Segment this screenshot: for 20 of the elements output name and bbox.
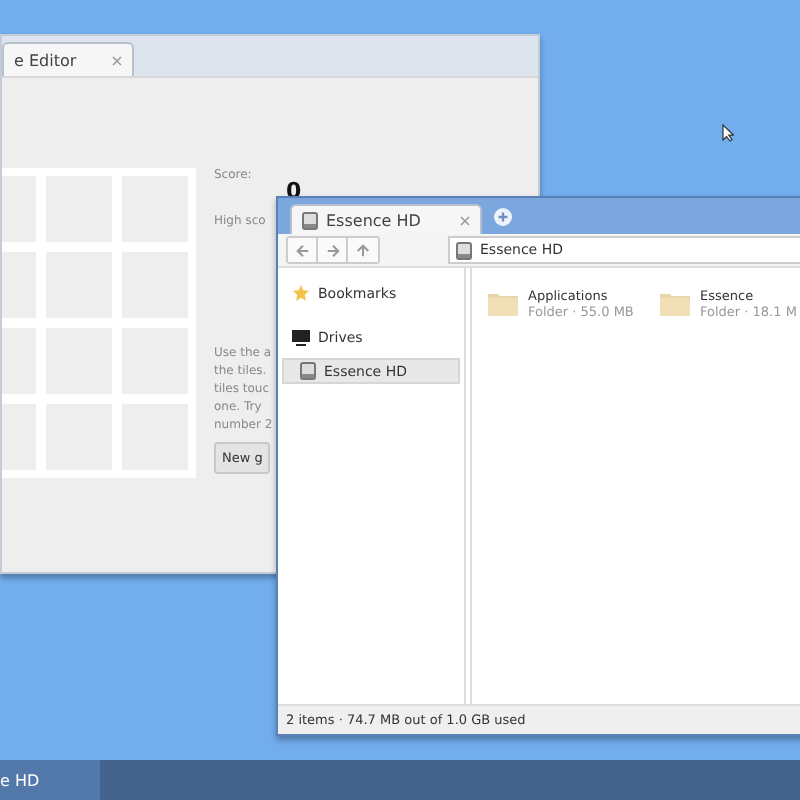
back-button[interactable] xyxy=(288,238,318,262)
close-icon[interactable] xyxy=(460,215,470,225)
up-arrow-icon xyxy=(356,243,370,257)
folder-icon[interactable] xyxy=(660,292,690,316)
drive-icon xyxy=(302,211,318,229)
back-arrow-icon xyxy=(295,243,309,257)
forward-button[interactable] xyxy=(318,238,348,262)
window-tab[interactable]: Essence HD xyxy=(290,204,482,234)
drive-icon xyxy=(300,362,316,380)
drive-icon xyxy=(456,241,472,259)
taskbar-item[interactable]: e HD xyxy=(0,760,100,800)
close-icon[interactable] xyxy=(112,55,122,65)
up-button[interactable] xyxy=(348,238,378,262)
mouse-cursor-icon xyxy=(722,124,734,142)
folder-icon[interactable] xyxy=(488,292,518,316)
forward-arrow-icon xyxy=(325,243,339,257)
star-icon xyxy=(292,284,310,302)
window-tab[interactable]: e Editor xyxy=(2,42,134,76)
monitor-icon xyxy=(292,330,310,346)
add-tab-icon[interactable] xyxy=(494,208,512,226)
